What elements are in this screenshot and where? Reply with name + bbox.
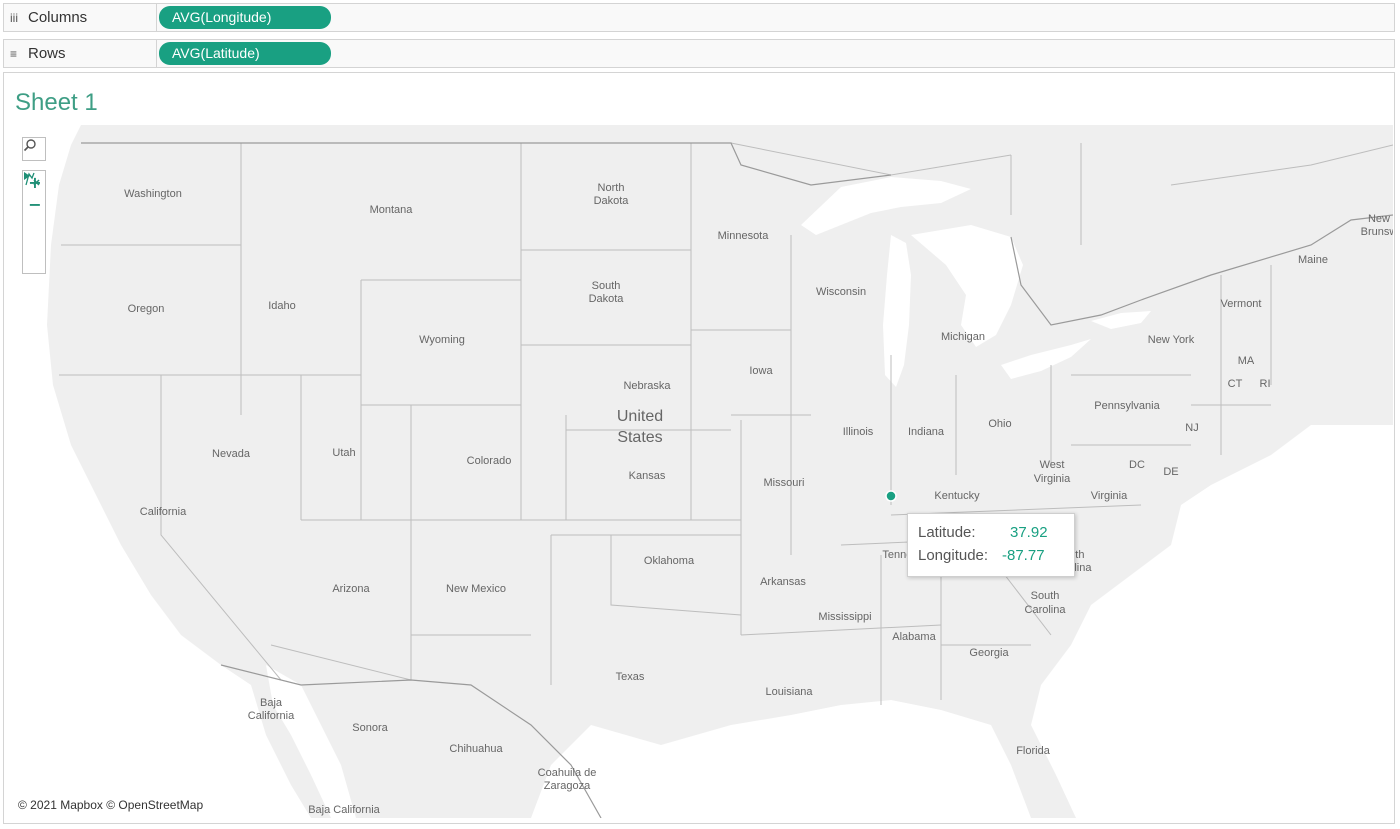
region-label: Utah: [332, 447, 355, 459]
region-label: Georgia: [969, 647, 1009, 659]
tooltip-latitude-row: Latitude: 37.92: [918, 524, 1074, 547]
region-label: Maine: [1298, 254, 1328, 266]
region-label: Brunsw: [1361, 226, 1393, 238]
tooltip-longitude-value: -87.77: [1002, 547, 1045, 564]
reset-map-icon[interactable]: [23, 172, 47, 237]
rows-shelf-label: ≡ Rows: [4, 40, 157, 67]
region-label: New York: [1148, 334, 1195, 346]
tooltip-latitude-label: Latitude:: [918, 524, 976, 541]
region-label: Oregon: [128, 303, 165, 315]
region-label: CT: [1228, 378, 1243, 390]
region-label: MA: [1238, 355, 1255, 367]
region-label: Colorado: [467, 455, 512, 467]
gulf-of-mexico: [531, 700, 1031, 818]
region-label: Baja California: [308, 804, 380, 816]
region-label: Mississippi: [818, 611, 871, 623]
region-label: Kansas: [629, 470, 666, 482]
region-label: Chihuahua: [449, 743, 503, 755]
search-icon[interactable]: [23, 138, 47, 160]
region-label: Sonora: [352, 722, 388, 734]
rows-shelf: ≡ Rows AVG(Latitude): [3, 39, 1395, 68]
region-label: Zaragoza: [544, 780, 591, 792]
region-label: Illinois: [843, 426, 874, 438]
sheet-view: Sheet 1 United States Washington Montana…: [3, 72, 1395, 824]
map-canvas: United States WashingtonMontanaNorthDako…: [11, 125, 1393, 818]
rows-icon: ≡: [10, 47, 18, 61]
region-label: Michigan: [941, 331, 985, 343]
region-label: Nebraska: [623, 380, 671, 392]
region-label: Baja: [260, 697, 283, 709]
region-label: Pennsylvania: [1094, 400, 1160, 412]
country-label-line2: States: [617, 429, 662, 446]
region-label: Idaho: [268, 300, 296, 312]
region-label: DC: [1129, 459, 1145, 471]
region-label: Ohio: [988, 418, 1011, 430]
region-label: Dakota: [589, 293, 625, 305]
region-label: California: [140, 506, 187, 518]
region-label: Wyoming: [419, 334, 465, 346]
region-label: Iowa: [749, 365, 773, 377]
map-view[interactable]: United States Washington Montana North Dako…: [11, 125, 1393, 818]
region-label: Texas: [616, 671, 645, 683]
rows-label-text: Rows: [28, 45, 66, 62]
columns-icon: iii: [10, 11, 18, 25]
sheet-title: Sheet 1: [15, 89, 98, 116]
country-label-line1: United: [617, 408, 663, 425]
avg-longitude-pill[interactable]: AVG(Longitude): [159, 6, 331, 29]
region-label: South: [592, 280, 621, 292]
region-label: Florida: [1016, 745, 1051, 757]
region-label: Louisiana: [765, 686, 813, 698]
tooltip-longitude-row: Longitude: -87.77: [918, 547, 1074, 570]
region-label: North: [598, 182, 625, 194]
data-point-mark[interactable]: [885, 490, 897, 502]
atlantic-ocean: [1031, 425, 1393, 818]
region-label: Virginia: [1091, 490, 1128, 502]
map-zoom-controls: + −: [22, 170, 46, 274]
lake-huron: [911, 225, 1023, 347]
lake-michigan: [883, 235, 911, 387]
lake-erie: [1001, 339, 1091, 379]
region-label: Vermont: [1221, 298, 1262, 310]
region-label: Missouri: [764, 477, 805, 489]
region-label: Indiana: [908, 426, 945, 438]
map-attribution[interactable]: © 2021 Mapbox © OpenStreetMap: [18, 798, 203, 812]
region-label: Kentucky: [934, 490, 980, 502]
region-label: DE: [1163, 466, 1178, 478]
region-label: RI: [1260, 378, 1271, 390]
region-label: Carolina: [1025, 604, 1067, 616]
region-label: Arizona: [332, 583, 370, 595]
expand-toolbar-icon[interactable]: [23, 172, 47, 273]
lake-ontario: [1091, 311, 1151, 329]
region-label: South: [1031, 590, 1060, 602]
columns-label-text: Columns: [28, 9, 88, 26]
region-label: Wisconsin: [816, 286, 866, 298]
region-label: Nevada: [212, 448, 251, 460]
region-label: West: [1040, 459, 1065, 471]
map-search-control: [22, 137, 46, 161]
columns-shelf: iii Columns AVG(Longitude): [3, 3, 1395, 32]
columns-shelf-label: iii Columns: [4, 4, 157, 31]
region-label: NJ: [1185, 422, 1198, 434]
region-label: Minnesota: [718, 230, 770, 242]
tooltip: Latitude: 37.92 Longitude: -87.77: [907, 513, 1075, 577]
region-label: Oklahoma: [644, 555, 695, 567]
region-label: Alabama: [892, 631, 936, 643]
region-label: Virginia: [1034, 473, 1071, 485]
region-label: California: [248, 710, 295, 722]
region-label: Coahuila de: [538, 767, 597, 779]
region-label: New: [1368, 213, 1390, 225]
avg-latitude-pill[interactable]: AVG(Latitude): [159, 42, 331, 65]
region-label: Washington: [124, 188, 182, 200]
tooltip-longitude-label: Longitude:: [918, 547, 989, 564]
lake-superior: [801, 177, 971, 235]
region-label: Arkansas: [760, 576, 806, 588]
region-label: New Mexico: [446, 583, 506, 595]
region-label: Dakota: [594, 195, 630, 207]
region-label: Montana: [370, 204, 414, 216]
tooltip-latitude-value: 37.92: [1010, 524, 1048, 541]
zoom-out-icon[interactable]: −: [23, 193, 47, 215]
